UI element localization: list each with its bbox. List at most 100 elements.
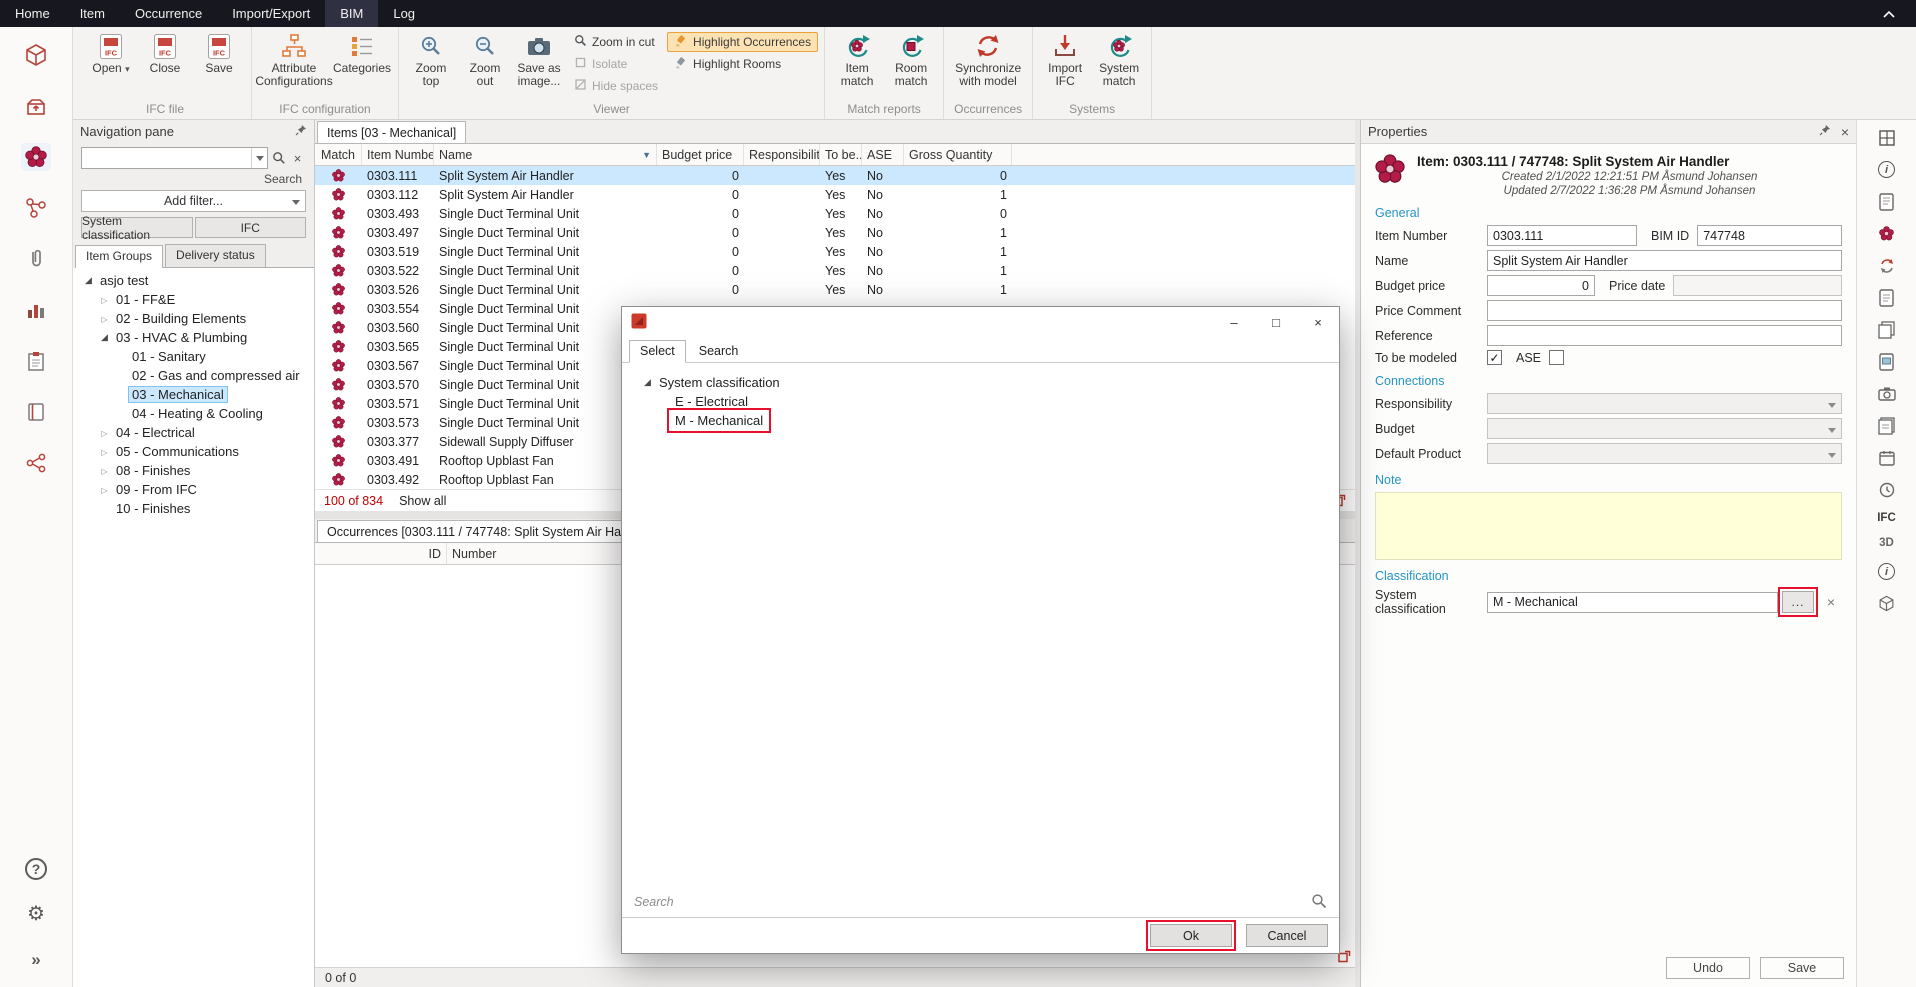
ok-button[interactable]: Ok — [1150, 924, 1232, 947]
column-header-match[interactable]: Match — [315, 144, 362, 165]
import-ifc-button[interactable]: Import IFC — [1039, 29, 1091, 91]
chevron-down-icon[interactable] — [251, 148, 267, 168]
relations-network-icon[interactable] — [21, 449, 51, 477]
model-cube-icon[interactable] — [1877, 594, 1897, 613]
item-number-field[interactable]: 0303.111 — [1487, 225, 1637, 246]
price-comment-field[interactable] — [1487, 300, 1842, 321]
close-icon[interactable]: × — [1837, 124, 1849, 140]
isolate-button[interactable]: Isolate — [567, 54, 665, 74]
tree-item[interactable]: M - Mechanical — [632, 411, 1329, 430]
item-row[interactable]: 0303.493 Single Duct Terminal Unit 0 Yes… — [315, 204, 1355, 223]
system-classification-browse-button[interactable]: ... — [1782, 591, 1814, 613]
close-ifc-button[interactable]: IFC Close — [139, 29, 191, 77]
search-icon[interactable] — [1311, 893, 1327, 912]
systems-molecule-icon[interactable] — [21, 194, 51, 222]
clear-classification-icon[interactable]: × — [1820, 591, 1842, 613]
match-flower-icon[interactable] — [1877, 224, 1897, 243]
responsibility-select[interactable] — [1487, 393, 1842, 414]
item-flower-icon[interactable] — [21, 143, 51, 171]
dialog-search-input[interactable] — [634, 895, 1311, 909]
system-match-button[interactable]: System match — [1093, 29, 1145, 91]
reports-chart-icon[interactable] — [21, 296, 51, 324]
tree-item[interactable]: 10 - Finishes — [73, 499, 314, 518]
tree-item[interactable]: System classification — [632, 373, 1329, 392]
item-sheet-icon[interactable] — [1877, 192, 1897, 211]
menu-tab[interactable]: Log — [378, 0, 430, 27]
column-header-id[interactable]: ID — [315, 543, 447, 564]
ifc-panel-label[interactable]: IFC — [1877, 512, 1896, 524]
pin-icon[interactable] — [1819, 124, 1831, 139]
item-row[interactable]: 0303.519 Single Duct Terminal Unit 0 Yes… — [315, 242, 1355, 261]
categories-button[interactable]: Categories — [332, 29, 392, 77]
attachments-paperclip-icon[interactable] — [21, 245, 51, 273]
name-field[interactable]: Split System Air Handler — [1487, 250, 1842, 271]
clear-search-icon[interactable]: × — [289, 147, 306, 169]
navigation-search-combo[interactable] — [81, 147, 268, 169]
reference-field[interactable] — [1487, 325, 1842, 346]
undo-button[interactable]: Undo — [1666, 957, 1750, 979]
room-match-button[interactable]: Room match — [885, 29, 937, 91]
expand-toolbar-icon[interactable]: » — [21, 945, 51, 973]
tree-item[interactable]: 03 - HVAC & Plumbing — [73, 328, 314, 347]
menu-tab[interactable]: Item — [65, 0, 120, 27]
zoom-in-cut-button[interactable]: Zoom in cut — [567, 32, 665, 52]
occurrence-box-icon[interactable] — [21, 92, 51, 120]
dialog-titlebar[interactable]: – □ × — [622, 307, 1339, 338]
checklists-clipboard-icon[interactable] — [21, 347, 51, 375]
expander-icon[interactable] — [97, 466, 112, 476]
item-match-button[interactable]: Item match — [831, 29, 883, 91]
column-header-gross-quantity[interactable]: Gross Quantity — [904, 144, 1012, 165]
column-header-item-number[interactable]: Item Number — [362, 144, 434, 165]
attribute-configurations-button[interactable]: Attribute Configurations — [258, 29, 330, 91]
collapse-ribbon-icon[interactable] — [1862, 0, 1916, 27]
tree-item[interactable]: 04 - Heating & Cooling — [73, 404, 314, 423]
expander-icon[interactable] — [640, 377, 655, 388]
system-classification-field[interactable]: M - Mechanical — [1487, 592, 1778, 613]
tree-item[interactable]: 01 - FF&E — [73, 290, 314, 309]
menu-tab[interactable]: Occurrence — [120, 0, 217, 27]
search-link[interactable]: Search — [73, 169, 314, 188]
to-be-modeled-checkbox[interactable]: ✓ — [1487, 350, 1502, 365]
note-field[interactable] — [1375, 492, 1842, 560]
ifc-filter-button[interactable]: IFC — [195, 217, 307, 238]
menu-tab[interactable]: Import/Export — [217, 0, 325, 27]
bim-id-field[interactable]: 747748 — [1697, 225, 1842, 246]
price-date-field[interactable] — [1673, 275, 1842, 296]
log-book-icon[interactable] — [21, 398, 51, 426]
tree-item[interactable]: asjo test — [73, 271, 314, 290]
item-row[interactable]: 0303.497 Single Duct Terminal Unit 0 Yes… — [315, 223, 1355, 242]
default-product-select[interactable] — [1487, 443, 1842, 464]
column-header-budget-price[interactable]: Budget price — [657, 144, 744, 165]
column-header-ase[interactable]: ASE — [862, 144, 904, 165]
dialog-tab[interactable]: Search — [688, 340, 750, 362]
highlight-rooms-button[interactable]: Highlight Rooms — [667, 54, 818, 74]
settings-gear-icon[interactable]: ⚙ — [21, 900, 51, 928]
expander-icon[interactable] — [97, 332, 112, 343]
minimize-icon[interactable]: – — [1213, 307, 1255, 338]
history-clock-icon[interactable] — [1877, 480, 1897, 499]
expander-icon[interactable] — [97, 428, 112, 438]
highlight-occurrences-button[interactable]: Highlight Occurrences — [667, 32, 818, 52]
open-ifc-button[interactable]: IFC Open ▾ — [85, 29, 137, 77]
item-row[interactable]: 0303.522 Single Duct Terminal Unit 0 Yes… — [315, 261, 1355, 280]
layout-grid-icon[interactable] — [1877, 128, 1897, 147]
tree-item[interactable]: 09 - From IFC — [73, 480, 314, 499]
expander-icon[interactable] — [97, 485, 112, 495]
info-alt-icon[interactable]: i — [1877, 562, 1897, 581]
filter-icon[interactable]: ▼ — [642, 150, 651, 160]
model-cube-icon[interactable] — [21, 41, 51, 69]
cancel-button[interactable]: Cancel — [1246, 924, 1328, 947]
budget-price-field[interactable]: 0 — [1487, 275, 1595, 296]
save-as-image-button[interactable]: Save as image... — [513, 29, 565, 91]
show-all-link[interactable]: Show all — [399, 494, 446, 508]
documents-icon[interactable] — [1877, 416, 1897, 435]
ase-checkbox[interactable] — [1549, 350, 1564, 365]
search-icon[interactable] — [270, 147, 287, 169]
column-header-name[interactable]: Name▼ — [434, 144, 657, 165]
expander-icon[interactable] — [81, 275, 96, 286]
tree-item[interactable]: E - Electrical — [632, 392, 1329, 411]
synchronize-with-model-button[interactable]: Synchronize with model — [950, 29, 1026, 91]
expander-icon[interactable] — [97, 295, 112, 305]
maximize-icon[interactable]: □ — [1255, 307, 1297, 338]
pin-icon[interactable] — [295, 124, 307, 139]
